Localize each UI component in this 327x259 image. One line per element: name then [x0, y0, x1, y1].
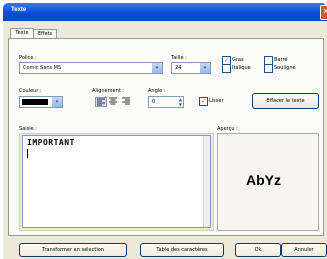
- chevron-down-icon[interactable]: ▾: [152, 63, 162, 73]
- transformer-button[interactable]: Transformer en sélection: [19, 243, 127, 257]
- italique-checkbox[interactable]: [222, 64, 231, 73]
- align-right-button[interactable]: [121, 97, 131, 105]
- angle-value: 0: [152, 99, 156, 105]
- title-bar: Texte ✕: [3, 3, 327, 21]
- taille-value: 24: [175, 65, 182, 71]
- align-center-button[interactable]: [108, 97, 118, 105]
- saisie-textarea[interactable]: IMPORTANT: [22, 135, 211, 228]
- vertical-scrollbar[interactable]: [203, 136, 210, 227]
- lisser-checkbox[interactable]: ✓: [199, 97, 208, 106]
- police-label: Police :: [19, 55, 37, 61]
- table-caracteres-button[interactable]: Table des caractères: [140, 243, 224, 257]
- saisie-text: IMPORTANT: [27, 138, 75, 147]
- align-center-icon: [109, 97, 117, 105]
- alignement-label: Alignement :: [92, 88, 124, 94]
- apercu-preview: AbYz: [217, 133, 319, 231]
- couleur-label: Couleur :: [19, 88, 42, 94]
- color-swatch: [22, 99, 48, 105]
- align-left-button[interactable]: [95, 97, 107, 107]
- chevron-down-icon[interactable]: ▾: [200, 63, 210, 73]
- annuler-button[interactable]: Annuler: [281, 243, 327, 257]
- souligne-label: Souligné: [274, 65, 296, 71]
- effacer-button[interactable]: Effacer le texte: [252, 93, 319, 109]
- taille-select[interactable]: 24 ▾: [171, 62, 211, 74]
- spin-down-icon[interactable]: ▼: [179, 102, 182, 107]
- align-left-icon: [97, 98, 105, 106]
- chevron-down-icon[interactable]: ▾: [52, 97, 62, 107]
- ok-button[interactable]: Ok: [235, 243, 281, 257]
- souligne-checkbox[interactable]: [264, 64, 273, 73]
- police-select[interactable]: Comic Sans MS ▾: [19, 62, 163, 74]
- police-value: Comic Sans MS: [23, 65, 62, 71]
- italique-label: Italique: [232, 65, 251, 71]
- gras-label: Gras: [232, 57, 244, 63]
- angle-spinner[interactable]: 0 ▲ ▼: [148, 96, 184, 108]
- window-title: Texte: [11, 7, 27, 13]
- apercu-text: AbYz: [246, 172, 281, 188]
- close-button[interactable]: ✕: [320, 5, 327, 20]
- apercu-label: Aperçu :: [217, 126, 238, 132]
- barre-label: Barré: [274, 57, 288, 63]
- lisser-label: Lisser: [209, 98, 224, 104]
- saisie-label: Saisie :: [19, 126, 37, 132]
- couleur-picker[interactable]: ▾: [19, 96, 63, 108]
- align-right-icon: [122, 97, 130, 105]
- text-cursor: [27, 149, 28, 158]
- angle-label: Angle :: [148, 88, 166, 94]
- taille-label: Taille :: [171, 55, 187, 61]
